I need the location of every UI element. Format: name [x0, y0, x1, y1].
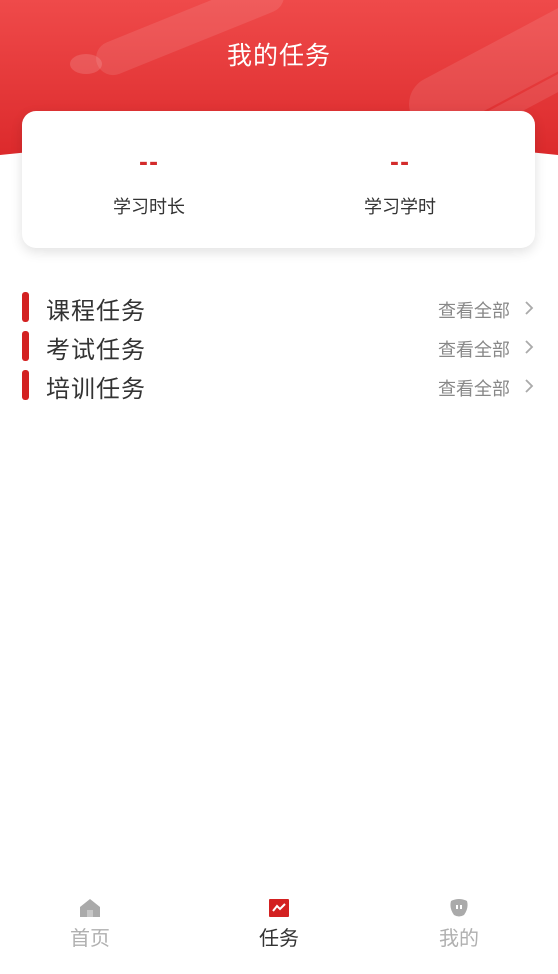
nav-label: 我的	[439, 926, 479, 950]
stat-label: 学习学时	[364, 197, 436, 218]
section-marker	[22, 370, 29, 400]
chevron-right-icon[interactable]	[522, 299, 536, 317]
bottom-nav: 首页 任务 我的	[0, 890, 558, 974]
nav-label: 首页	[70, 926, 110, 950]
nav-item-home[interactable]: 首页	[0, 890, 186, 974]
nav-label: 任务	[259, 926, 299, 950]
section-marker	[22, 292, 29, 322]
chevron-right-icon[interactable]	[522, 338, 536, 356]
page-title: 我的任务	[226, 41, 331, 70]
view-all-link[interactable]: 查看全部	[438, 297, 510, 323]
stat-study-hours: -- 学习学时	[278, 111, 534, 248]
task-title: 培训任务	[46, 375, 146, 403]
chevron-right-icon[interactable]	[522, 377, 536, 395]
stats-card: -- 学习时长 -- 学习学时	[22, 111, 535, 248]
profile-icon	[366, 898, 552, 920]
task-row-course: 课程任务 查看全部	[0, 288, 558, 327]
task-row-training: 培训任务 查看全部	[0, 366, 558, 405]
view-all-link[interactable]: 查看全部	[438, 375, 510, 401]
task-icon	[186, 898, 372, 920]
view-all-link[interactable]: 查看全部	[438, 336, 510, 362]
nav-item-profile[interactable]: 我的	[372, 890, 558, 974]
task-list: 课程任务 查看全部 考试任务 查看全部 培训任务 查看全部	[0, 288, 558, 405]
nav-item-task[interactable]: 任务	[186, 890, 372, 974]
task-row-exam: 考试任务 查看全部	[0, 327, 558, 366]
stat-label: 学习时长	[113, 197, 185, 218]
task-title: 考试任务	[46, 336, 146, 364]
stat-value: --	[138, 151, 160, 176]
stat-study-duration: -- 学习时长	[22, 111, 278, 248]
home-icon	[0, 898, 183, 920]
task-title: 课程任务	[46, 297, 146, 325]
tasks-page: 我的任务 -- 学习时长 -- 学习学时 课程任务 查看全部 考试任务 查看全部	[0, 0, 558, 974]
stat-value: --	[389, 151, 411, 176]
section-marker	[22, 331, 29, 361]
